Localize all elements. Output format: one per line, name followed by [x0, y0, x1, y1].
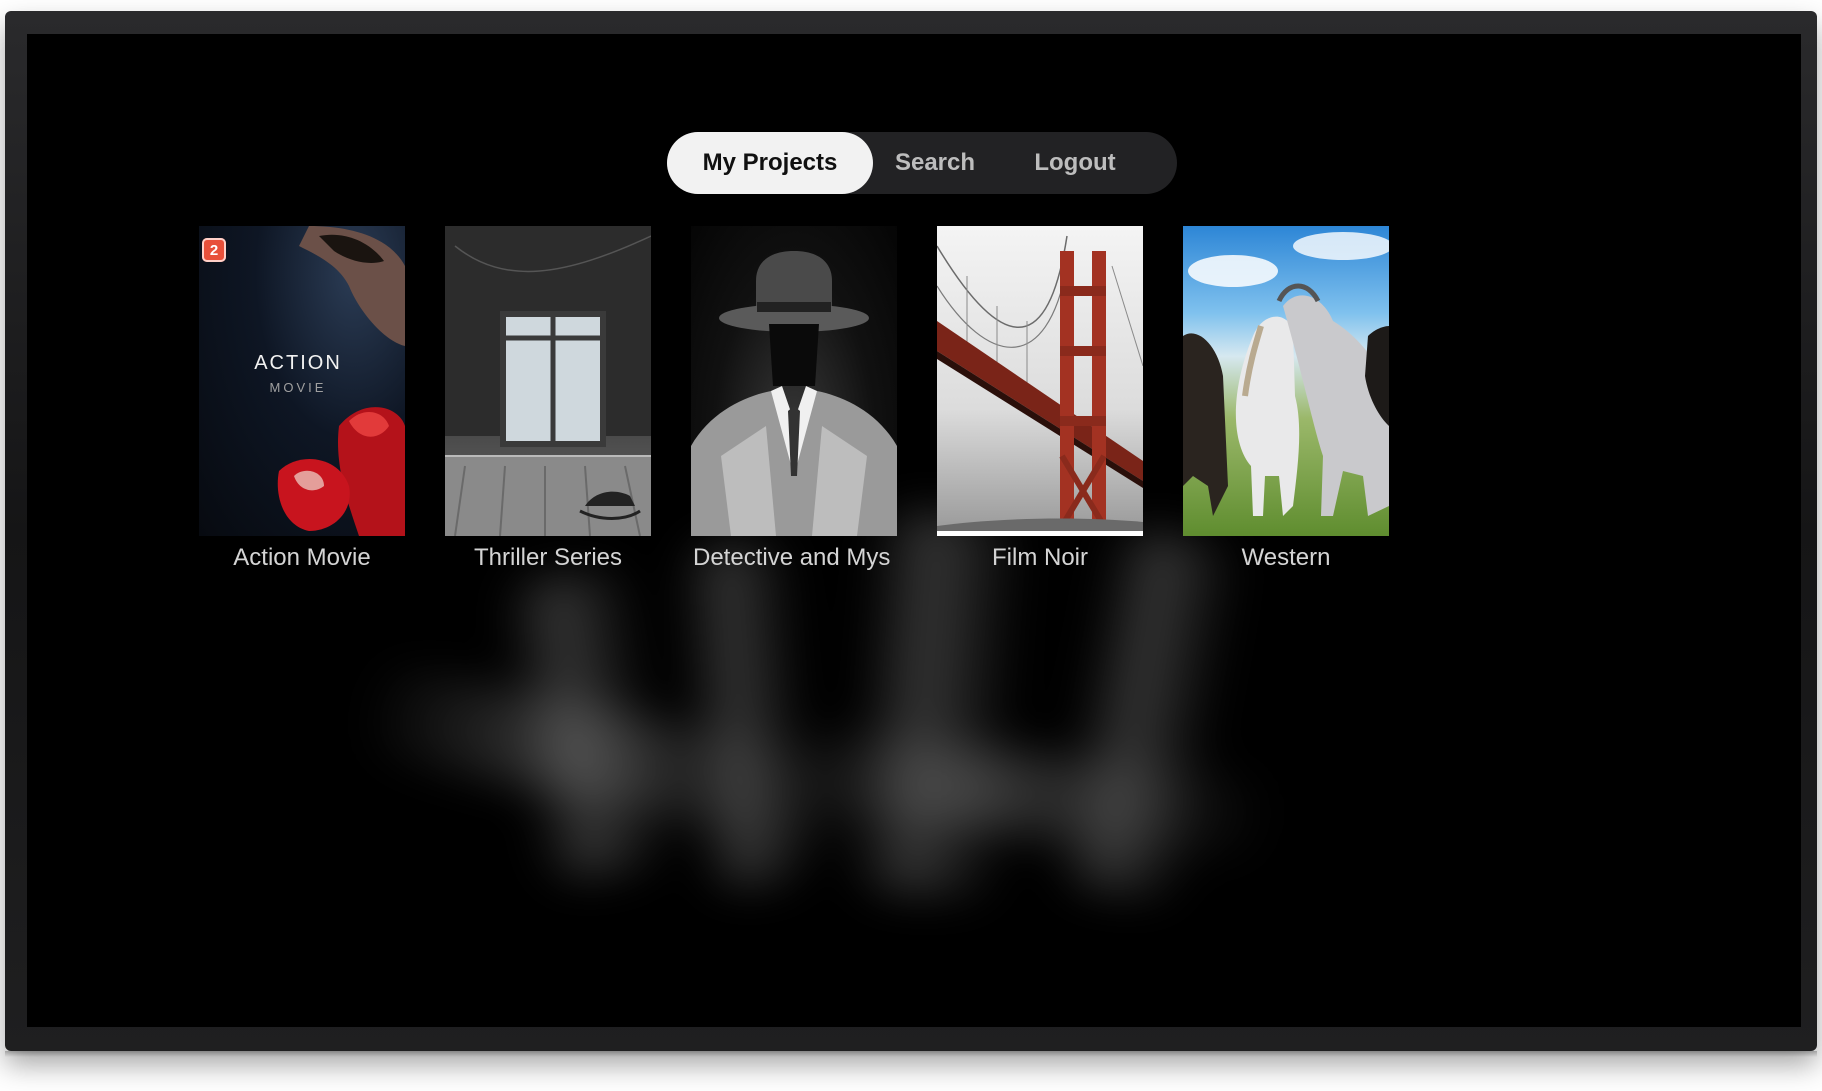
poster-action-movie[interactable]: 2 ACTION MOVIE — [199, 226, 405, 536]
top-navigation: My Projects Search Logout — [667, 132, 1177, 194]
project-card-detective-and-mystery[interactable]: Detective and Mys — [691, 226, 897, 606]
tv-screen: My Projects Search Logout 2 ACTION MOVIE… — [27, 34, 1801, 1027]
poster-art-detective — [691, 251, 897, 536]
poster-title: ACTION — [254, 352, 342, 374]
project-title: Western — [1241, 544, 1331, 571]
tab-search[interactable]: Search — [873, 132, 997, 194]
project-shelf: 2 ACTION MOVIE Action Movie Thriller Ser… — [199, 226, 1389, 606]
notification-badge: 2 — [202, 238, 226, 262]
project-card-thriller-series[interactable]: Thriller Series — [445, 226, 651, 606]
poster-art-window-room — [445, 226, 651, 536]
project-card-western[interactable]: Western — [1183, 226, 1389, 606]
project-title: Film Noir — [992, 544, 1088, 571]
poster-subtitle: MOVIE — [269, 380, 327, 395]
poster-western[interactable] — [1183, 226, 1389, 536]
tv-frame: My Projects Search Logout 2 ACTION MOVIE… — [5, 11, 1817, 1057]
project-card-film-noir[interactable]: Film Noir — [937, 226, 1143, 606]
project-card-action-movie[interactable]: 2 ACTION MOVIE Action Movie — [199, 226, 405, 606]
tab-logout[interactable]: Logout — [997, 132, 1153, 194]
poster-art-golden-gate-bridge — [937, 235, 1143, 531]
poster-thriller-series[interactable] — [445, 226, 651, 536]
tab-my-projects[interactable]: My Projects — [667, 132, 873, 194]
project-title: Detective and Mys — [693, 544, 891, 571]
project-title: Action Movie — [233, 544, 371, 571]
project-title: Thriller Series — [473, 544, 623, 571]
poster-detective-and-mystery[interactable] — [691, 226, 897, 536]
poster-art-horses — [1183, 232, 1389, 516]
poster-film-noir[interactable] — [937, 226, 1143, 536]
